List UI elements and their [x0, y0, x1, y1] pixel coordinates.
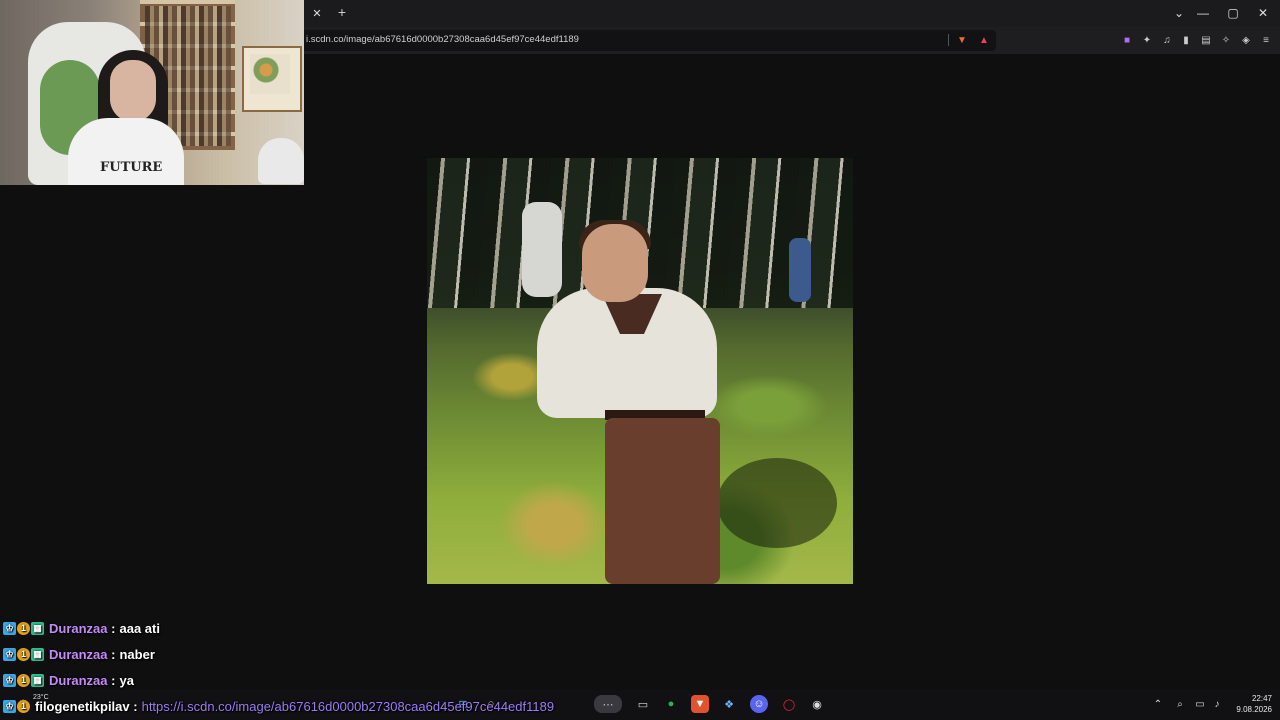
webcam-overlay: FUTURE — [0, 0, 304, 185]
task-view-icon[interactable]: ▭ — [634, 695, 652, 713]
sidebar-icon[interactable]: ▮ — [1179, 33, 1193, 47]
background-child — [789, 238, 811, 302]
tray-chevron-icon[interactable]: ⌃ — [1151, 697, 1165, 711]
puzzle-icon[interactable]: ✦ — [1140, 33, 1154, 47]
chat-message: ♔ 1 ▦ Duranzaa : aaa ati — [3, 618, 160, 638]
chat-separator: : — [107, 646, 116, 662]
chat-username[interactable]: filogenetikpilav — [35, 699, 130, 714]
clock-time: 22:47 — [1251, 694, 1272, 703]
chat-separator: : — [107, 672, 116, 688]
displayed-image — [427, 158, 853, 584]
vpn-icon[interactable]: ◈ — [1239, 33, 1253, 47]
easel-painting — [250, 54, 290, 94]
music-icon[interactable]: ♫ — [1160, 33, 1174, 47]
new-tab-button[interactable]: + — [334, 4, 350, 20]
chat-username[interactable]: Duranzaa — [49, 621, 108, 636]
shirt-print-text: FUTURE — [100, 160, 163, 175]
tab-close-button[interactable]: ✕ — [309, 5, 325, 21]
clock-date: 9.08.2026 — [1236, 705, 1272, 714]
boy-shadow — [717, 458, 837, 548]
extension-purple-icon[interactable]: ■ — [1120, 33, 1134, 47]
streamer-face — [110, 60, 156, 122]
game-launcher-icon[interactable]: ❖ — [720, 695, 738, 713]
chat-separator: : — [107, 620, 116, 636]
address-bar-divider — [948, 34, 949, 46]
sub-badge-icon: 1 — [17, 699, 30, 713]
tab-list-dropdown-button[interactable]: ⌄ — [1168, 4, 1190, 22]
sub-badge-icon: 1 — [17, 673, 30, 687]
maximize-button[interactable]: ▢ — [1222, 4, 1244, 22]
brave-rewards-icon[interactable]: ▲ — [977, 33, 991, 47]
network-icon[interactable]: ▭ — [1193, 697, 1207, 711]
obs-icon[interactable]: ◉ — [808, 695, 826, 713]
background-person — [522, 202, 562, 297]
leo-icon[interactable]: ✧ — [1219, 33, 1233, 47]
chat-text: aaa ati — [119, 620, 160, 636]
brave-browser-icon[interactable]: ▼ — [691, 695, 709, 713]
address-bar-url[interactable]: i.scdn.co/image/ab67616d0000b27308caa6d4… — [306, 34, 579, 45]
wallet-icon[interactable]: ▤ — [1199, 33, 1213, 47]
tab-bar — [304, 0, 1280, 27]
chat-username[interactable]: Duranzaa — [49, 647, 108, 662]
close-window-button[interactable]: ✕ — [1252, 4, 1274, 22]
discord-icon[interactable]: ☺ — [750, 695, 768, 713]
desk-object — [258, 138, 304, 184]
volume-icon[interactable]: ♪ — [1210, 697, 1224, 711]
chat-username[interactable]: Duranzaa — [49, 673, 108, 688]
boy-face — [582, 224, 648, 302]
gift-badge-icon: ▦ — [31, 621, 44, 635]
chat-link[interactable]: https://i.scdn.co/image/ab67616d0000b273… — [142, 699, 555, 714]
opera-icon[interactable]: ◯ — [780, 695, 798, 713]
spotify-icon[interactable]: ● — [662, 695, 680, 713]
chat-text: ya — [119, 672, 134, 688]
chat-message: ♔ 1 ▦ Duranzaa : naber — [3, 644, 155, 664]
prime-badge-icon: ♔ — [3, 621, 16, 635]
gift-badge-icon: ▦ — [31, 647, 44, 661]
boy-pants — [605, 418, 720, 584]
chat-message: ♔ 1 ▦ Duranzaa : ya — [3, 670, 134, 690]
search-box[interactable]: ⋯ — [594, 695, 622, 713]
prime-badge-icon: ♔ — [3, 673, 16, 687]
system-clock[interactable]: 22:47 9.08.2026 — [1228, 693, 1272, 715]
sub-badge-icon: 1 — [17, 621, 30, 635]
prime-badge-icon: ♔ — [3, 647, 16, 661]
chat-message: ♔ 1 filogenetikpilav : https://i.scdn.co… — [3, 696, 554, 716]
sub-badge-icon: 1 — [17, 647, 30, 661]
minimize-button[interactable]: — — [1192, 4, 1214, 22]
brave-shield-icon[interactable]: ▼ — [955, 33, 969, 47]
microphone-icon[interactable]: ⌕ — [1173, 697, 1187, 711]
prime-badge-icon: ♔ — [3, 699, 16, 713]
menu-icon[interactable]: ≡ — [1259, 33, 1273, 47]
gift-badge-icon: ▦ — [31, 673, 44, 687]
chat-separator: : — [129, 698, 138, 714]
chat-text: naber — [119, 646, 155, 662]
